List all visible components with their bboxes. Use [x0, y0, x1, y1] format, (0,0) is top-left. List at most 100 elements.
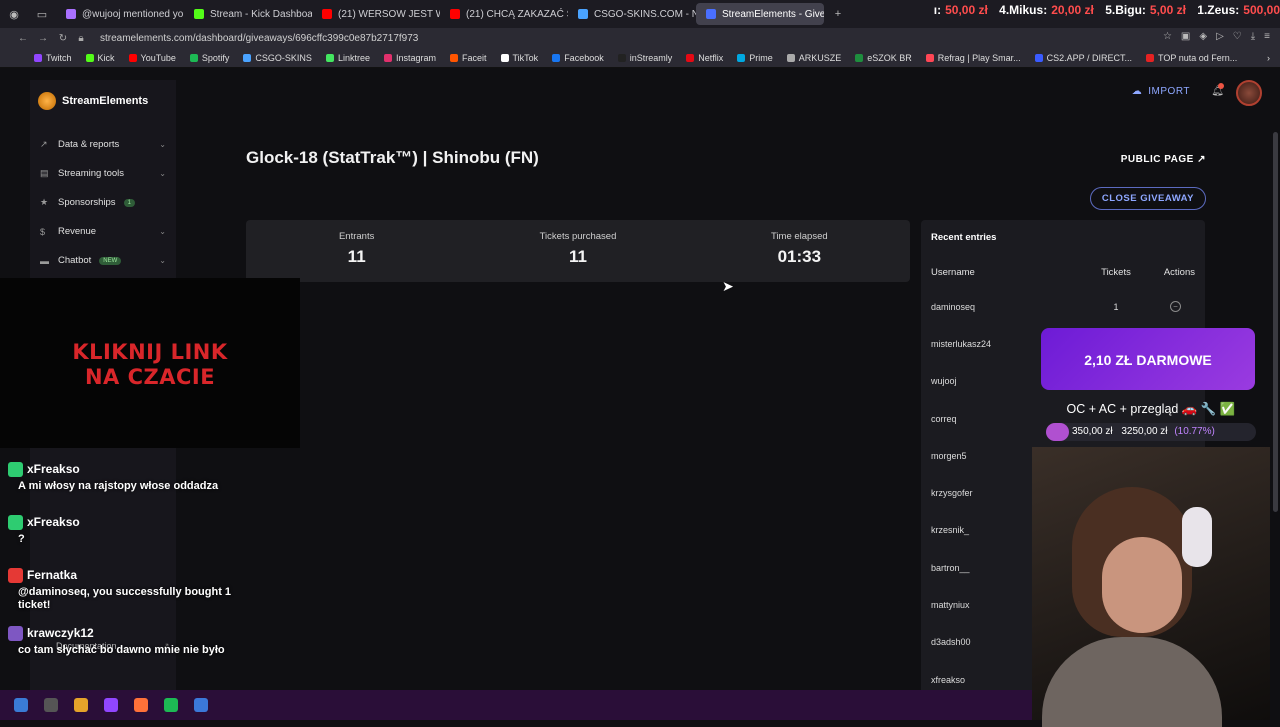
- sidebar-item-label: Data & reports: [58, 139, 120, 150]
- url-input[interactable]: streamelements.com/dashboard/giveaways/6…: [100, 33, 418, 44]
- bookmark-item[interactable]: YouTube: [128, 53, 176, 63]
- close-giveaway-button[interactable]: CLOSE GIVEAWAY: [1089, 187, 1206, 210]
- bookmark-favicon-icon: [383, 53, 392, 62]
- goal-current: 350,00 zł: [1072, 426, 1113, 437]
- chat-badge-icon: [8, 567, 23, 583]
- chart-icon: ↗: [40, 139, 48, 149]
- bookmark-item[interactable]: Facebook: [552, 53, 604, 63]
- browser-tab[interactable]: @wujooj mentioned yo: [56, 0, 184, 28]
- ticker-name: 4.Mikus:: [999, 3, 1048, 17]
- heart-icon[interactable]: ♡: [1233, 31, 1242, 42]
- public-page-label: PUBLIC PAGE: [1120, 154, 1194, 165]
- firefox-view-icon[interactable]: ◉: [0, 8, 28, 21]
- sidebar-item-chatbot[interactable]: ▬ Chatbot NEW ⌄: [30, 246, 176, 275]
- tab-favicon-icon: [194, 9, 204, 19]
- stat-value: 11: [347, 247, 366, 266]
- goal-percent: (10.77%): [1174, 426, 1215, 437]
- brand[interactable]: StreamElements: [38, 92, 176, 110]
- table-row: daminoseq 1 −: [921, 288, 1205, 325]
- chat-username-row: krawczyk12: [8, 622, 260, 644]
- bookmark-item[interactable]: inStreamly: [617, 53, 672, 63]
- public-page-link[interactable]: PUBLIC PAGE ↗: [1121, 154, 1206, 165]
- browser-tab[interactable]: (21) WERSOW JEST W CI: [312, 0, 440, 28]
- spotify-icon[interactable]: [164, 698, 178, 712]
- download-icon[interactable]: ⤓: [1251, 31, 1255, 42]
- bookmark-item[interactable]: Prime: [737, 53, 773, 63]
- sidebar-item-revenue[interactable]: $ Revenue ⌄: [30, 217, 176, 246]
- star-icon: ★: [40, 197, 49, 207]
- tab-favicon-icon: [322, 9, 332, 19]
- bookmark-item[interactable]: TikTok: [500, 53, 538, 63]
- stat-label: Entrants: [338, 231, 375, 242]
- bookmarks-bar: Twitch Kick YouTube Spotify CSGO-SKINS Linktr…: [0, 48, 1280, 68]
- new-tab-button[interactable]: +: [824, 8, 852, 20]
- scrollbar[interactable]: [1273, 132, 1278, 512]
- bookmark-item[interactable]: TOP nuta od Fern...: [1146, 53, 1237, 63]
- bookmark-item[interactable]: Spotify: [189, 53, 229, 63]
- sidebar-item-label: Chatbot: [58, 255, 92, 266]
- bookmark-item[interactable]: CS2.APP / DIRECT...: [1034, 53, 1132, 63]
- chat-username: xFreakso: [27, 462, 80, 476]
- browser-icon[interactable]: [134, 698, 148, 712]
- bookmark-favicon-icon: [500, 53, 509, 62]
- bookmark-item[interactable]: Instagram: [383, 53, 436, 63]
- forward-icon[interactable]: →: [34, 33, 52, 44]
- chevron-down-icon: ⌄: [159, 256, 166, 265]
- bookmark-item[interactable]: eSZOK BR: [855, 53, 912, 63]
- mouse-cursor-icon: ➤: [722, 278, 734, 294]
- chat-username-row: xFreakso: [8, 458, 260, 480]
- tab-list-icon[interactable]: ▭: [28, 8, 56, 21]
- browser-tab[interactable]: Stream - Kick Dashboard: [184, 0, 312, 28]
- steam-icon[interactable]: [194, 698, 208, 712]
- sidebar-item-data-reports[interactable]: ↗ Data & reports ⌄: [30, 130, 176, 159]
- tab-favicon-icon: [706, 9, 716, 19]
- lock-icon: 🔒︎: [78, 32, 84, 44]
- menu-icon[interactable]: ≡: [1264, 31, 1270, 42]
- bookmark-item[interactable]: CSGO-SKINS: [243, 53, 312, 63]
- search-icon[interactable]: [44, 698, 58, 712]
- bookmark-item[interactable]: ARKUSZE: [786, 53, 841, 63]
- chat-message: ?: [18, 533, 25, 545]
- browser-tab[interactable]: CSGO-SKINS.COM - Najle: [568, 0, 696, 28]
- bookmark-favicon-icon: [925, 53, 934, 62]
- entry-username: daminoseq: [931, 301, 976, 312]
- sidebar-nav: ↗ Data & reports ⌄ ▤ Streaming tools ⌄ ★ Spon…: [30, 130, 176, 275]
- extension-icon[interactable]: ◈: [1199, 31, 1207, 42]
- back-icon[interactable]: ←: [14, 33, 32, 44]
- screenshot-icon[interactable]: ▣: [1181, 31, 1190, 42]
- ticker-name: ı:: [933, 3, 942, 17]
- windows-start-icon[interactable]: [14, 698, 28, 712]
- bookmark-favicon-icon: [450, 53, 458, 62]
- bookmark-favicon-icon: [617, 53, 626, 62]
- bookmark-item[interactable]: Faceit: [450, 53, 487, 63]
- sidebar-item-streaming-tools[interactable]: ▤ Streaming tools ⌄: [30, 159, 176, 188]
- bookmark-item[interactable]: Linktree: [325, 53, 370, 63]
- play-icon[interactable]: ▷: [1216, 31, 1224, 42]
- stat-value: 11: [569, 247, 587, 266]
- tab-favicon-icon: [66, 9, 76, 19]
- bookmark-favicon-icon: [128, 53, 137, 62]
- bookmark-item[interactable]: Netflix: [686, 53, 723, 63]
- browser-tab-active[interactable]: StreamElements - Giveaw: [696, 3, 824, 25]
- remove-entry-icon[interactable]: −: [1170, 301, 1181, 313]
- notification-dot: [1218, 83, 1224, 89]
- chat-message: co tam słychać bo dawno mnie nie było: [18, 644, 225, 656]
- import-button[interactable]: ☁ IMPORT: [1132, 86, 1190, 97]
- user-avatar[interactable]: [1236, 80, 1262, 106]
- new-badge: NEW: [99, 256, 122, 265]
- sidebar-item-sponsorships[interactable]: ★ Sponsorships 1: [30, 188, 176, 217]
- app-icon[interactable]: [104, 698, 118, 712]
- browser-tab[interactable]: (21) CHCĄ ZAKAZAĆ SOC: [440, 0, 568, 28]
- panel-title: Recent entries: [931, 232, 997, 243]
- folder-icon[interactable]: [74, 698, 88, 712]
- ticker-amount: 50,00 zł: [945, 3, 988, 17]
- reload-icon[interactable]: ↻: [54, 33, 72, 44]
- bookmark-icon[interactable]: ☆: [1163, 31, 1172, 42]
- bookmark-favicon-icon: [1146, 53, 1155, 62]
- bookmarks-overflow-icon[interactable]: ›: [1267, 53, 1270, 63]
- bookmark-item[interactable]: Twitch: [34, 53, 72, 63]
- bookmark-item[interactable]: Refrag | Play Smar...: [925, 53, 1021, 63]
- bookmark-item[interactable]: Kick: [85, 53, 115, 63]
- tools-icon: ▤: [40, 168, 49, 178]
- stat-label: Tickets purchased: [539, 231, 617, 242]
